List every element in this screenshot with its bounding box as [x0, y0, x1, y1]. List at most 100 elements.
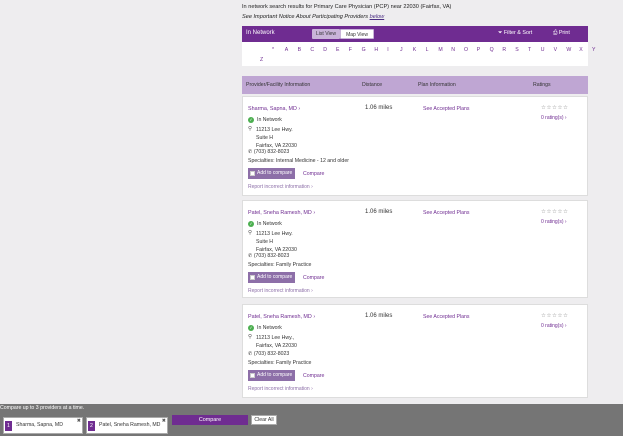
list-view-button[interactable]: List View: [312, 29, 340, 39]
report-incorrect-link[interactable]: Report incorrect information ›: [248, 386, 313, 392]
col-plan: Plan Information: [418, 82, 456, 88]
filter-icon: ⏷: [498, 30, 503, 36]
add-to-compare-button[interactable]: Add to compare: [248, 370, 296, 381]
alpha-letter[interactable]: J: [400, 47, 403, 53]
check-icon: ✓: [248, 325, 254, 331]
alpha-letter[interactable]: X: [579, 47, 582, 53]
report-incorrect-link[interactable]: Report incorrect information ›: [248, 184, 313, 190]
filter-sort-label: Filter & Sort: [503, 30, 533, 36]
results-summary: In network search results for Primary Ca…: [242, 4, 452, 10]
alpha-letter[interactable]: D: [323, 47, 327, 53]
add-to-compare-button[interactable]: Add to compare: [248, 168, 296, 179]
compare-caption: Compare up to 3 providers at a time.: [0, 405, 85, 411]
slot-number: 2: [88, 421, 95, 431]
compare-button[interactable]: Compare: [172, 415, 248, 425]
location-pin-icon: ⚲: [248, 230, 252, 236]
alpha-letter[interactable]: H: [374, 47, 378, 53]
provider-card: Patel, Sneha Ramesh, MD › 1.06 miles See…: [242, 304, 588, 398]
compare-slot: 2 Patel, Sneha Ramesh, MD ✖: [86, 417, 168, 434]
col-provider: Provider/Facility Information: [246, 82, 311, 88]
ratings-link[interactable]: 0 rating(s) ›: [541, 323, 567, 329]
compare-checkbox[interactable]: [250, 373, 255, 378]
alpha-letter[interactable]: E: [336, 47, 339, 53]
provider-phone: ✆ (703) 832-8023: [248, 149, 290, 155]
alpha-letter[interactable]: V: [554, 47, 557, 53]
alpha-letter[interactable]: *: [272, 47, 274, 53]
ratings-link[interactable]: 0 rating(s) ›: [541, 115, 567, 121]
provider-distance: 1.06 miles: [365, 313, 393, 319]
alpha-letter[interactable]: M: [438, 47, 442, 53]
results-toolbar: In Network List View Map View ⏷ Filter &…: [242, 26, 588, 42]
compare-link[interactable]: Compare: [303, 373, 324, 379]
notice-link[interactable]: below: [370, 14, 385, 20]
table-header: Provider/Facility Information Distance P…: [242, 76, 588, 94]
ratings-link[interactable]: 0 rating(s) ›: [541, 219, 567, 225]
network-status: ✓ In Network: [248, 325, 282, 331]
provider-phone: ✆ (703) 832-8023: [248, 253, 290, 259]
accepted-plans-link[interactable]: See Accepted Plans: [423, 106, 469, 112]
alpha-letter[interactable]: W: [566, 47, 571, 53]
remove-icon[interactable]: ✖: [162, 418, 166, 424]
alpha-letter[interactable]: N: [451, 47, 455, 53]
accepted-plans-link[interactable]: See Accepted Plans: [423, 210, 469, 216]
provider-name-link[interactable]: Patel, Sneha Ramesh, MD ›: [248, 210, 315, 216]
compare-link[interactable]: Compare: [303, 275, 324, 281]
provider-specialties: Specialties: Internal Medicine - 12 and …: [248, 158, 349, 164]
provider-name-link[interactable]: Sharma, Sapna, MD ›: [248, 106, 300, 112]
add-to-compare-button[interactable]: Add to compare: [248, 272, 296, 283]
network-label: In Network: [257, 117, 282, 123]
network-status: ✓ In Network: [248, 117, 282, 123]
address-line: 11213 Lee Hwy.: [256, 231, 293, 237]
alpha-letter[interactable]: C: [310, 47, 314, 53]
remove-icon[interactable]: ✖: [77, 418, 81, 424]
provider-address: 11213 Lee Hwy., Fairfax, VA 22030: [256, 334, 297, 350]
alpha-letter[interactable]: G: [362, 47, 366, 53]
alpha-letter[interactable]: K: [413, 47, 416, 53]
alpha-letter[interactable]: F: [349, 47, 352, 53]
alpha-letter[interactable]: T: [528, 47, 531, 53]
report-incorrect-link[interactable]: Report incorrect information ›: [248, 288, 313, 294]
col-ratings: Ratings: [533, 82, 551, 88]
compare-link[interactable]: Compare: [303, 171, 324, 177]
notice-text: See Important Notice About Participating…: [242, 14, 370, 20]
provider-address: 11213 Lee Hwy. Suite H Fairfax, VA 22030: [256, 126, 297, 150]
alpha-letter[interactable]: O: [464, 47, 468, 53]
col-distance: Distance: [362, 82, 383, 88]
toolbar-title: In Network: [246, 30, 275, 36]
provider-phone: ✆ (703) 832-8023: [248, 351, 290, 357]
address-line: Suite H: [256, 135, 274, 141]
alpha-letter[interactable]: B: [298, 47, 301, 53]
alpha-letter[interactable]: Y: [592, 47, 595, 53]
compare-tray: Compare up to 3 providers at a time. 1 S…: [0, 404, 623, 436]
slot-number: 1: [5, 421, 12, 431]
alpha-letter[interactable]: U: [541, 47, 545, 53]
alpha-letter[interactable]: Z: [260, 57, 263, 63]
alpha-letter[interactable]: S: [515, 47, 518, 53]
compare-checkbox[interactable]: [250, 171, 255, 176]
printer-icon: ⎙: [553, 30, 558, 36]
provider-specialties: Specialties: Family Practice: [248, 262, 312, 268]
alpha-letter[interactable]: Q: [490, 47, 494, 53]
slot-provider-name: Patel, Sneha Ramesh, MD: [99, 422, 161, 428]
alpha-letter[interactable]: I: [387, 47, 388, 53]
filter-sort-button[interactable]: ⏷ Filter & Sort: [498, 30, 532, 37]
alpha-letter[interactable]: A: [285, 47, 288, 53]
print-button[interactable]: ⎙ Print: [553, 30, 570, 37]
rating-stars: ☆☆☆☆☆: [541, 209, 569, 215]
location-pin-icon: ⚲: [248, 334, 252, 340]
compare-checkbox[interactable]: [250, 275, 255, 280]
compare-slot: 1 Sharma, Sapna, MD ✖: [3, 417, 83, 434]
check-icon: ✓: [248, 221, 254, 227]
network-status: ✓ In Network: [248, 221, 282, 227]
network-label: In Network: [257, 221, 282, 227]
alpha-letter[interactable]: L: [426, 47, 429, 53]
provider-name-link[interactable]: Patel, Sneha Ramesh, MD ›: [248, 314, 315, 320]
address-line: 11213 Lee Hwy.: [256, 127, 293, 133]
clear-all-button[interactable]: Clear All: [251, 415, 277, 425]
accepted-plans-link[interactable]: See Accepted Plans: [423, 314, 469, 320]
rating-stars: ☆☆☆☆☆: [541, 105, 569, 111]
map-view-button[interactable]: Map View: [340, 29, 374, 39]
alpha-letter[interactable]: P: [477, 47, 480, 53]
alpha-letter[interactable]: R: [502, 47, 506, 53]
provider-distance: 1.06 miles: [365, 105, 393, 111]
